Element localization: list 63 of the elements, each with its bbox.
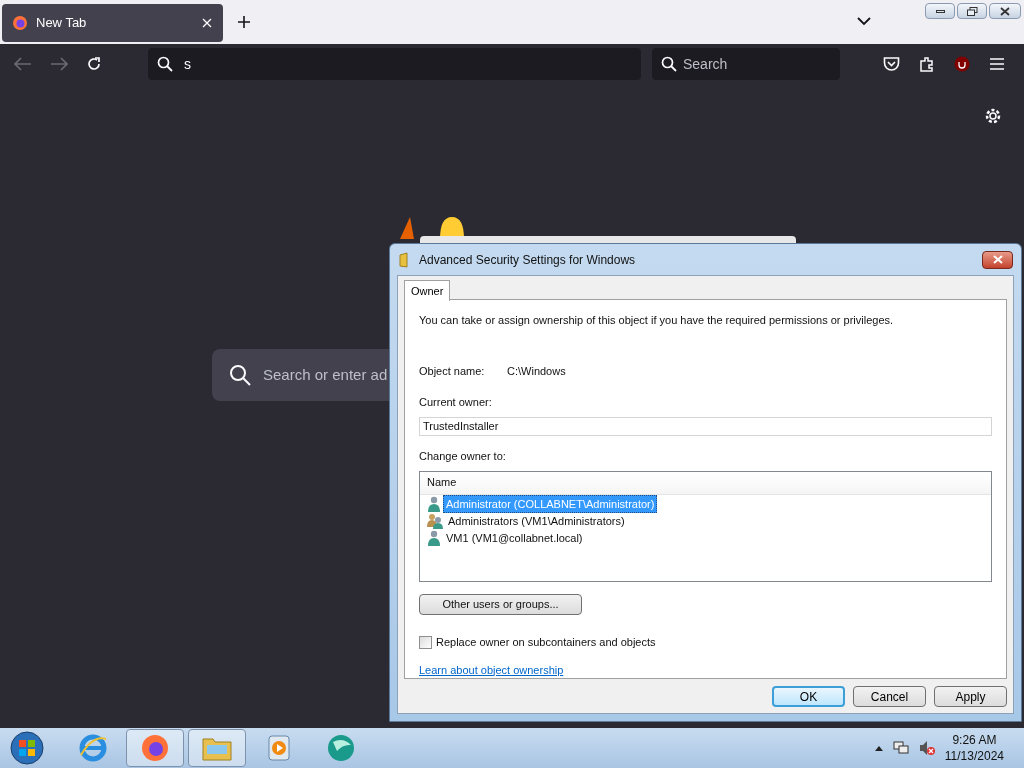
settings-icon[interactable]	[984, 107, 1002, 125]
search-icon	[661, 56, 677, 72]
ownership-link[interactable]: Learn about object ownership	[419, 661, 564, 678]
checkbox[interactable]	[419, 635, 432, 649]
search-bar[interactable]: Search	[652, 48, 840, 80]
start-button[interactable]	[10, 731, 44, 765]
back-icon[interactable]	[14, 57, 32, 71]
field-label: Change owner to:	[419, 449, 507, 464]
current-owner-field: TrustedInstaller	[419, 416, 992, 436]
column-header[interactable]: Name	[420, 471, 464, 494]
taskbar-app-button[interactable]	[126, 729, 184, 767]
address-bar[interactable]: s	[148, 48, 641, 80]
firefox-icon	[141, 734, 169, 762]
browser-e-icon	[78, 733, 108, 763]
users-icon	[427, 513, 443, 529]
firefox-icon	[12, 14, 28, 31]
dialog-button[interactable]: Cancel	[853, 686, 926, 707]
close-icon	[992, 255, 1003, 264]
intro-text: You can take or assign ownership of this object if you have the required permissions or privileges.	[419, 313, 895, 328]
shield-icon[interactable]	[954, 56, 970, 72]
dialog-button[interactable]: Apply	[934, 686, 1007, 707]
puzzle-icon[interactable]	[919, 56, 935, 72]
other-users-button[interactable]: Other users or groups...	[419, 593, 582, 615]
restore-button[interactable]	[957, 3, 987, 19]
minimize-button[interactable]	[925, 3, 955, 19]
search-icon	[229, 364, 251, 386]
owner-list-item[interactable]: Administrators (VM1\Administrators)	[445, 511, 628, 531]
search-placeholder: Search or enter ad	[263, 364, 388, 385]
user-icon	[427, 496, 441, 512]
close-icon	[1000, 6, 1010, 16]
clock-date[interactable]: 11/13/2024	[944, 748, 1004, 764]
field-label: Current owner:	[419, 395, 493, 410]
folder-icon	[202, 735, 232, 761]
user-icon	[427, 530, 441, 546]
restore-icon	[966, 6, 978, 16]
dialog-title: Advanced Security Settings for Windows	[419, 251, 637, 269]
object-name-value: C:\Windows	[507, 363, 566, 379]
globe-icon	[325, 733, 357, 763]
new-tab-icon[interactable]	[237, 15, 251, 29]
close-button[interactable]	[982, 250, 1013, 269]
pocket-icon[interactable]	[883, 56, 900, 72]
checkbox-label[interactable]: Replace owner on subcontainers and objects	[436, 634, 656, 651]
clock-time[interactable]: 9:26 AM	[952, 732, 997, 748]
forward-icon[interactable]	[50, 57, 68, 71]
chevron-down-icon[interactable]	[857, 16, 871, 26]
tab-title: New Tab	[36, 13, 88, 32]
close-icon[interactable]	[201, 16, 213, 29]
reload-icon[interactable]	[86, 56, 102, 72]
address-text: s	[184, 54, 191, 74]
muted-speaker-icon[interactable]	[918, 740, 935, 756]
owner-list-item[interactable]: VM1 (VM1@collabnet.local)	[443, 528, 586, 548]
play-icon	[267, 735, 291, 761]
network-icon[interactable]	[892, 740, 909, 756]
dialog-tab[interactable]: Owner	[404, 280, 451, 301]
taskbar-app-button[interactable]	[188, 729, 246, 767]
dialog-button[interactable]: OK	[772, 686, 845, 707]
menu-icon[interactable]	[989, 57, 1005, 71]
caret-up-icon[interactable]	[874, 745, 883, 751]
close-button[interactable]	[989, 3, 1021, 19]
search-icon	[157, 56, 173, 72]
field-label: Object name:	[419, 363, 486, 379]
search-placeholder: Search	[683, 54, 728, 74]
browser-tab[interactable]: New Tab	[2, 3, 223, 42]
